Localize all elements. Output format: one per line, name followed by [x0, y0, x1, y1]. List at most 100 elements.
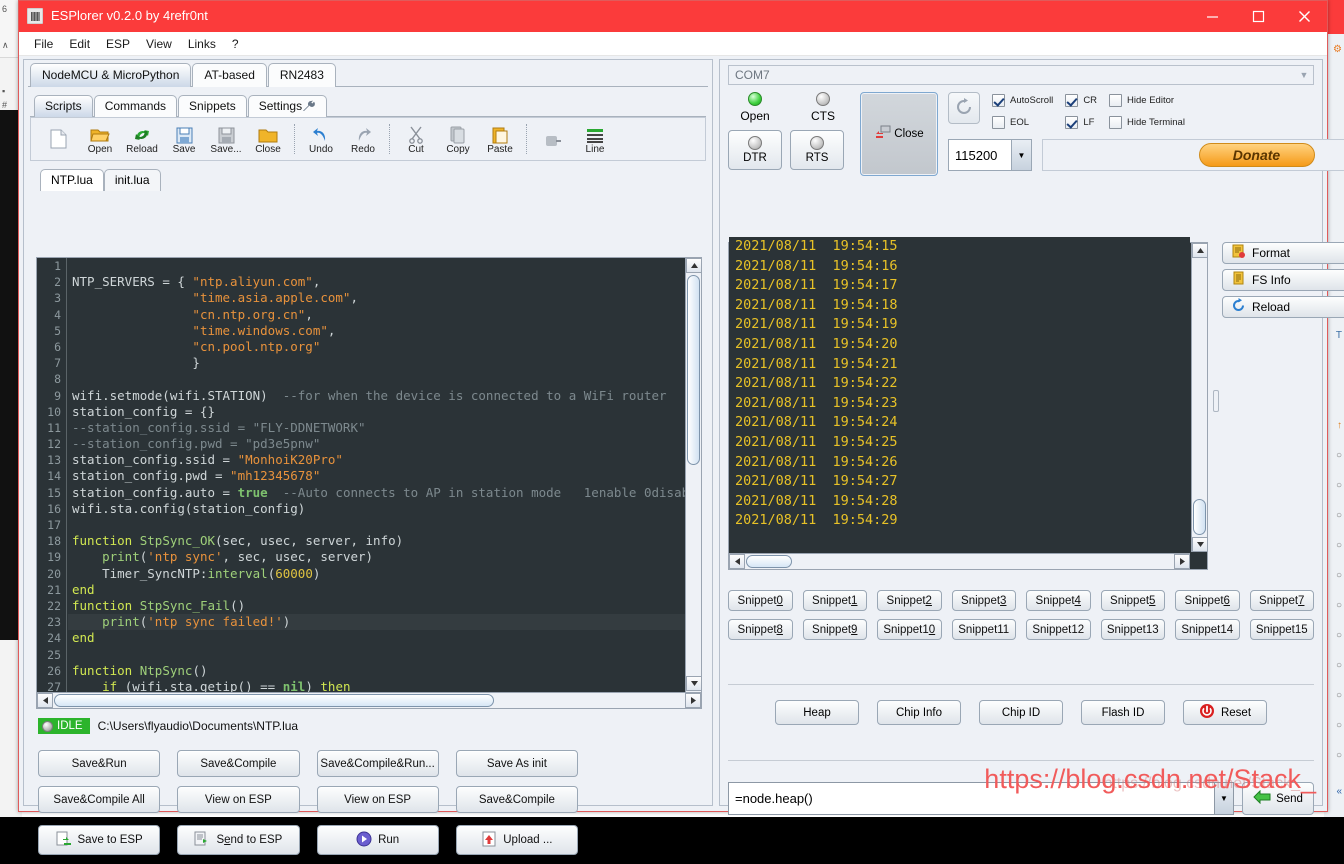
- terminal-scroll-right-arrow[interactable]: [1174, 554, 1190, 569]
- snippet-button-11[interactable]: Snippet11: [952, 619, 1017, 640]
- snippet-button-5[interactable]: Snippet5: [1101, 590, 1166, 611]
- maximize-button[interactable]: [1235, 1, 1281, 32]
- close-window-button[interactable]: [1281, 1, 1327, 32]
- toolbar-cut[interactable]: Cut: [395, 119, 437, 159]
- minimize-button[interactable]: [1189, 1, 1235, 32]
- autoscroll-checkbox[interactable]: [992, 94, 1005, 107]
- menu-item-file[interactable]: File: [27, 34, 60, 54]
- toolbar-line[interactable]: Line: [574, 119, 616, 159]
- menu-item-esp[interactable]: ESP: [99, 34, 137, 54]
- editor-scroll-down-arrow[interactable]: [686, 676, 702, 691]
- snippet-button-13[interactable]: Snippet13: [1101, 619, 1166, 640]
- snippet-button-4[interactable]: Snippet4: [1026, 590, 1091, 611]
- terminal-scroll-up-arrow[interactable]: [1192, 243, 1208, 258]
- snippet-button-15[interactable]: Snippet15: [1250, 619, 1315, 640]
- baudrate-chevron-down-icon[interactable]: ▼: [1011, 140, 1031, 170]
- tab-rn2483[interactable]: RN2483: [268, 63, 336, 87]
- toolbar-reload[interactable]: Reload: [121, 119, 163, 159]
- save-and-compile-all-button[interactable]: Save&Compile All: [38, 786, 160, 813]
- serial-terminal[interactable]: 2021/08/11 19:54:152021/08/11 19:54:1620…: [728, 242, 1208, 570]
- snippet-button-2[interactable]: Snippet2: [877, 590, 942, 611]
- send-to-esp-button[interactable]: Send to ESP: [177, 825, 299, 855]
- file-tab-ntp-lua[interactable]: NTP.lua: [40, 169, 104, 191]
- toolbar-close[interactable]: Close: [247, 119, 289, 159]
- snippet-button-9[interactable]: Snippet9: [803, 619, 868, 640]
- snippet-button-8[interactable]: Snippet8: [728, 619, 793, 640]
- cr-checkbox-row[interactable]: CR: [1065, 94, 1097, 107]
- toolbar-save-as[interactable]: Save...: [205, 119, 247, 159]
- upload-button[interactable]: Upload ...: [456, 825, 578, 855]
- chip-id-button[interactable]: Chip ID: [979, 700, 1063, 725]
- tab-nodemcu-micropython[interactable]: NodeMCU & MicroPython: [30, 63, 191, 87]
- editor-vertical-scrollbar[interactable]: [685, 258, 701, 708]
- toolbar-paste[interactable]: Paste: [479, 119, 521, 159]
- fs-reload-button[interactable]: Reload: [1222, 296, 1344, 318]
- save-and-compile-button-2[interactable]: Save&Compile: [456, 786, 578, 813]
- donate-button[interactable]: Donate: [1199, 143, 1315, 167]
- toolbar-goto[interactable]: [532, 119, 574, 159]
- file-tab-init-lua[interactable]: init.lua: [104, 169, 161, 191]
- snippet-button-10[interactable]: Snippet10: [877, 619, 942, 640]
- chevron-down-icon[interactable]: ▼: [1295, 70, 1313, 80]
- editor-scroll-right-arrow[interactable]: [685, 693, 701, 708]
- save-to-esp-button[interactable]: Save to ESP: [38, 825, 160, 855]
- terminal-scroll-thumb[interactable]: [1193, 499, 1206, 535]
- editor-scroll-left-arrow[interactable]: [37, 693, 53, 708]
- view-on-esp-button-2[interactable]: View on ESP: [317, 786, 439, 813]
- baudrate-select[interactable]: 115200 ▼: [948, 139, 1032, 171]
- toolbar-open[interactable]: Open: [79, 119, 121, 159]
- tab-snippets[interactable]: Snippets: [178, 95, 247, 117]
- panel-splitter-handle[interactable]: [1213, 390, 1219, 412]
- code-text-area[interactable]: NTP_SERVERS = { "ntp.aliyun.com", "time.…: [68, 258, 685, 708]
- terminal-scroll-down-arrow[interactable]: [1192, 537, 1208, 552]
- hide-terminal-checkbox-row[interactable]: Hide Terminal: [1109, 116, 1185, 129]
- view-on-esp-button-1[interactable]: View on ESP: [177, 786, 299, 813]
- snippet-button-12[interactable]: Snippet12: [1026, 619, 1091, 640]
- snippet-button-0[interactable]: Snippet0: [728, 590, 793, 611]
- tab-settings[interactable]: Settings: [248, 95, 327, 117]
- toolbar-save[interactable]: Save: [163, 119, 205, 159]
- lf-checkbox[interactable]: [1065, 116, 1078, 129]
- snippet-button-7[interactable]: Snippet7: [1250, 590, 1315, 611]
- com-port-selector[interactable]: COM7 ▼: [728, 65, 1314, 85]
- reset-button[interactable]: Reset: [1183, 700, 1267, 725]
- hide-editor-checkbox[interactable]: [1109, 94, 1122, 107]
- snippet-button-3[interactable]: Snippet3: [952, 590, 1017, 611]
- format-button[interactable]: Format: [1222, 242, 1344, 264]
- snippet-button-14[interactable]: Snippet14: [1175, 619, 1240, 640]
- code-editor[interactable]: 1234567891011121314151617181920212223242…: [36, 257, 702, 709]
- menu-item-view[interactable]: View: [139, 34, 179, 54]
- editor-hscroll-thumb[interactable]: [54, 694, 494, 707]
- terminal-scroll-left-arrow[interactable]: [729, 554, 745, 569]
- editor-scroll-up-arrow[interactable]: [686, 258, 702, 273]
- flash-id-button[interactable]: Flash ID: [1081, 700, 1165, 725]
- dtr-button[interactable]: DTR: [728, 130, 782, 170]
- terminal-vertical-scrollbar[interactable]: [1191, 243, 1207, 552]
- editor-horizontal-scrollbar[interactable]: [37, 692, 701, 708]
- close-port-button[interactable]: Close: [860, 92, 938, 176]
- toolbar-copy[interactable]: Copy: [437, 119, 479, 159]
- tab-at-based[interactable]: AT-based: [192, 63, 266, 87]
- save-as-init-button[interactable]: Save As init: [456, 750, 578, 777]
- terminal-horizontal-scrollbar[interactable]: [729, 553, 1190, 569]
- run-button[interactable]: Run: [317, 825, 439, 855]
- fs-info-button[interactable]: FS Info: [1222, 269, 1344, 291]
- lf-checkbox-row[interactable]: LF: [1065, 116, 1097, 129]
- refresh-ports-button[interactable]: [948, 92, 980, 124]
- menu-item-help[interactable]: ?: [225, 34, 246, 54]
- terminal-hscroll-thumb[interactable]: [746, 555, 792, 568]
- toolbar-undo[interactable]: Undo: [300, 119, 342, 159]
- snippet-button-6[interactable]: Snippet6: [1175, 590, 1240, 611]
- hide-editor-checkbox-row[interactable]: Hide Editor: [1109, 94, 1185, 107]
- save-and-compile-button[interactable]: Save&Compile: [177, 750, 299, 777]
- hide-terminal-checkbox[interactable]: [1109, 116, 1122, 129]
- autoscroll-checkbox-row[interactable]: AutoScroll: [992, 94, 1053, 107]
- tab-scripts[interactable]: Scripts: [34, 95, 93, 117]
- rts-button[interactable]: RTS: [790, 130, 844, 170]
- menu-item-edit[interactable]: Edit: [62, 34, 97, 54]
- editor-scroll-thumb[interactable]: [687, 275, 700, 465]
- cr-checkbox[interactable]: [1065, 94, 1078, 107]
- heap-button[interactable]: Heap: [775, 700, 859, 725]
- toolbar-new[interactable]: [37, 119, 79, 159]
- tab-commands[interactable]: Commands: [94, 95, 177, 117]
